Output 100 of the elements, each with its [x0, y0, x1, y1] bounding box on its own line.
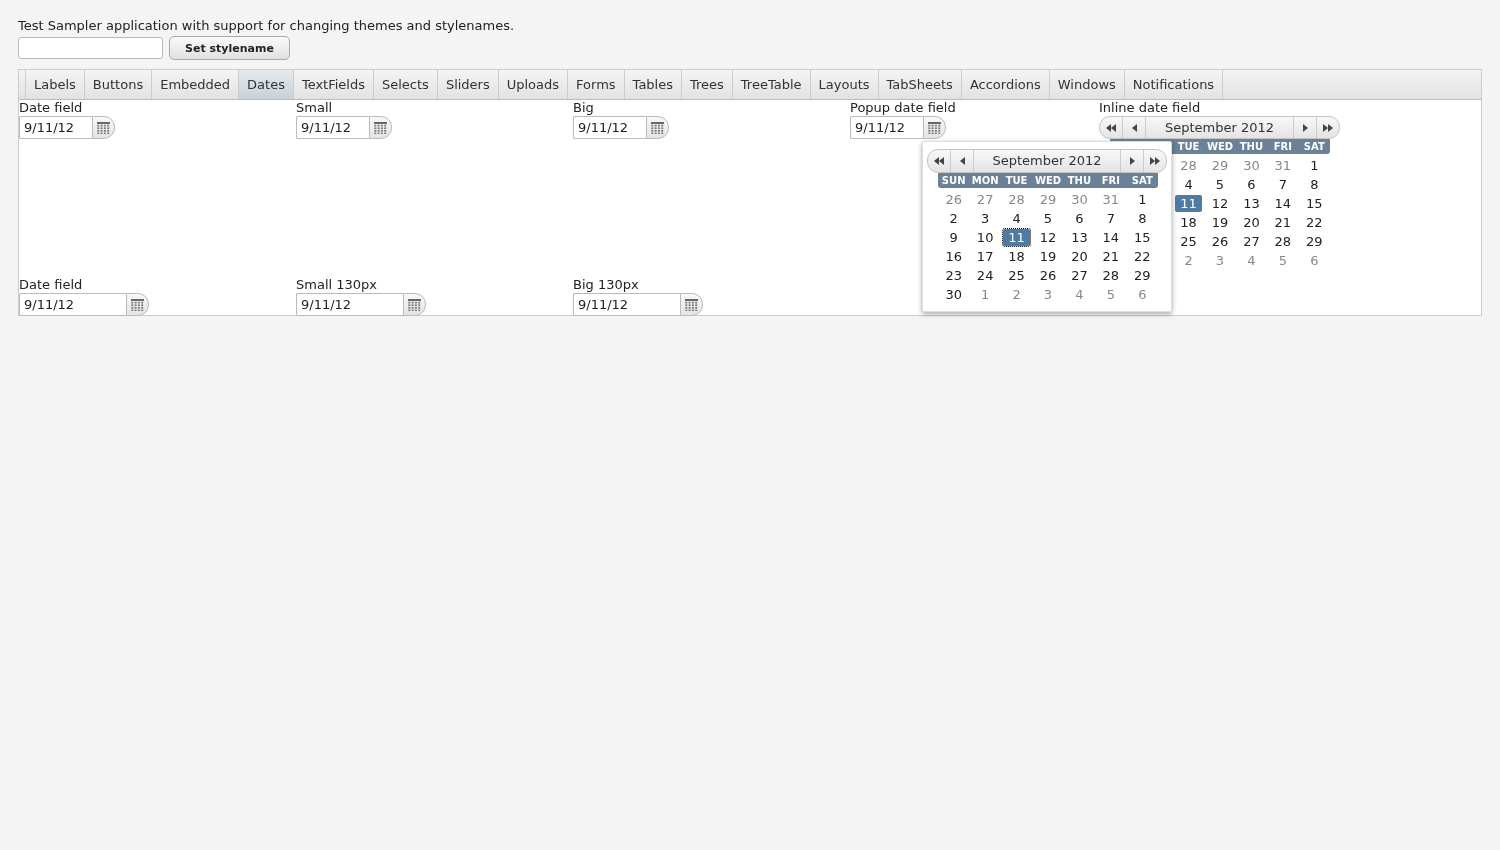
- calendar-day[interactable]: 26: [1206, 233, 1234, 250]
- calendar-day[interactable]: 28: [1002, 191, 1031, 208]
- calendar-day[interactable]: 30: [940, 286, 968, 303]
- tab[interactable]: Trees: [682, 70, 733, 99]
- calendar-day[interactable]: 19: [1206, 214, 1234, 231]
- calendar-day[interactable]: 30: [1065, 191, 1094, 208]
- calendar-day[interactable]: 5: [1034, 210, 1062, 227]
- calendar-day[interactable]: 16: [940, 248, 968, 265]
- date-input-field[interactable]: 9/11/12: [850, 116, 923, 139]
- calendar-day[interactable]: 29: [1300, 233, 1328, 250]
- calendar-day[interactable]: 28: [1097, 267, 1125, 284]
- calendar-day[interactable]: 3: [1206, 252, 1234, 269]
- calendar-day[interactable]: 15: [1128, 229, 1156, 246]
- calendar-day[interactable]: 13: [1237, 195, 1266, 212]
- calendar-day[interactable]: 13: [1065, 229, 1094, 246]
- tab[interactable]: Selects: [374, 70, 438, 99]
- date-input-field[interactable]: 9/11/12: [573, 293, 680, 316]
- tab[interactable]: Accordions: [961, 70, 1050, 99]
- tab[interactable]: Tables: [624, 70, 682, 99]
- tab[interactable]: Sliders: [437, 70, 499, 99]
- calendar-button[interactable]: [126, 293, 149, 316]
- calendar-day[interactable]: 17: [971, 248, 999, 265]
- calendar-day[interactable]: 8: [1128, 210, 1156, 227]
- calendar-day[interactable]: 7: [1097, 210, 1125, 227]
- calendar-day[interactable]: 28: [1174, 157, 1203, 174]
- tab[interactable]: Layouts: [810, 70, 879, 99]
- calendar-day[interactable]: 4: [1174, 176, 1203, 193]
- calendar-day[interactable]: 11: [1002, 229, 1031, 246]
- calendar-day[interactable]: 12: [1206, 195, 1234, 212]
- date-input-field[interactable]: 9/11/12: [573, 116, 646, 139]
- calendar-day[interactable]: 29: [1206, 157, 1234, 174]
- calendar-day[interactable]: 18: [1174, 214, 1203, 231]
- date-input-field[interactable]: 9/11/12: [19, 293, 126, 316]
- calendar-day[interactable]: 1: [971, 286, 999, 303]
- calendar-day[interactable]: 6: [1237, 176, 1266, 193]
- calendar-day[interactable]: 1: [1300, 157, 1328, 174]
- calendar-day[interactable]: 22: [1128, 248, 1156, 265]
- calendar-day[interactable]: 14: [1269, 195, 1297, 212]
- calendar-day[interactable]: 9: [940, 229, 968, 246]
- tab[interactable]: Uploads: [498, 70, 569, 99]
- calendar-day[interactable]: 26: [940, 191, 968, 208]
- calendar-day[interactable]: 4: [1237, 252, 1266, 269]
- date-input-field[interactable]: 9/11/12: [19, 116, 92, 139]
- set-stylename-button[interactable]: Set stylename: [169, 36, 290, 60]
- tab[interactable]: Forms: [568, 70, 625, 99]
- calendar-day[interactable]: 15: [1300, 195, 1328, 212]
- calendar-day[interactable]: 6: [1128, 286, 1156, 303]
- calendar-day[interactable]: 6: [1065, 210, 1094, 227]
- calendar-day[interactable]: 7: [1269, 176, 1297, 193]
- tab[interactable]: Buttons: [84, 70, 153, 99]
- calendar-day[interactable]: 21: [1269, 214, 1297, 231]
- calendar-day[interactable]: 23: [940, 267, 968, 284]
- calendar-day[interactable]: 31: [1097, 191, 1125, 208]
- tab[interactable]: TabSheets: [878, 70, 962, 99]
- calendar-day[interactable]: 22: [1300, 214, 1328, 231]
- calendar-day[interactable]: 5: [1097, 286, 1125, 303]
- calendar-day[interactable]: 3: [1034, 286, 1062, 303]
- calendar-button[interactable]: [92, 116, 115, 139]
- calendar-day[interactable]: 3: [971, 210, 999, 227]
- calendar-button[interactable]: [680, 293, 703, 316]
- date-input-field[interactable]: 9/11/12: [296, 116, 369, 139]
- calendar-day[interactable]: 20: [1237, 214, 1266, 231]
- calendar-button[interactable]: [923, 116, 946, 139]
- calendar-day[interactable]: 6: [1300, 252, 1328, 269]
- calendar-day[interactable]: 27: [1237, 233, 1266, 250]
- stylename-field[interactable]: [18, 37, 163, 59]
- calendar-button[interactable]: [369, 116, 392, 139]
- calendar-day[interactable]: 27: [1065, 267, 1094, 284]
- tab[interactable]: Windows: [1049, 70, 1125, 99]
- tab[interactable]: TreeTable: [732, 70, 811, 99]
- calendar-day[interactable]: 4: [1065, 286, 1094, 303]
- tab[interactable]: TextFields: [293, 70, 374, 99]
- calendar-day[interactable]: 31: [1269, 157, 1297, 174]
- calendar-day[interactable]: 2: [1002, 286, 1031, 303]
- calendar-day[interactable]: 27: [971, 191, 999, 208]
- tab[interactable]: Labels: [26, 70, 85, 99]
- calendar-day[interactable]: 26: [1034, 267, 1062, 284]
- calendar-day[interactable]: 4: [1002, 210, 1031, 227]
- calendar-day[interactable]: 29: [1034, 191, 1062, 208]
- calendar-button[interactable]: [403, 293, 426, 316]
- calendar-day[interactable]: 5: [1269, 252, 1297, 269]
- date-input-field[interactable]: 9/11/12: [296, 293, 403, 316]
- calendar-day[interactable]: 12: [1034, 229, 1062, 246]
- calendar-day[interactable]: 20: [1065, 248, 1094, 265]
- calendar-day[interactable]: 10: [971, 229, 999, 246]
- calendar-day[interactable]: 2: [1174, 252, 1203, 269]
- tab[interactable]: Dates: [239, 70, 294, 99]
- calendar-day[interactable]: 18: [1002, 248, 1031, 265]
- calendar-day[interactable]: 2: [940, 210, 968, 227]
- calendar-day[interactable]: 21: [1097, 248, 1125, 265]
- calendar-day[interactable]: 25: [1174, 233, 1203, 250]
- calendar-day[interactable]: 28: [1269, 233, 1297, 250]
- calendar-day[interactable]: 24: [971, 267, 999, 284]
- calendar-day[interactable]: 30: [1237, 157, 1266, 174]
- calendar-day[interactable]: 1: [1128, 191, 1156, 208]
- tab[interactable]: Notifications: [1124, 70, 1224, 99]
- calendar-day[interactable]: 29: [1128, 267, 1156, 284]
- calendar-day[interactable]: 25: [1002, 267, 1031, 284]
- calendar-day[interactable]: 19: [1034, 248, 1062, 265]
- calendar-day[interactable]: 11: [1174, 195, 1203, 212]
